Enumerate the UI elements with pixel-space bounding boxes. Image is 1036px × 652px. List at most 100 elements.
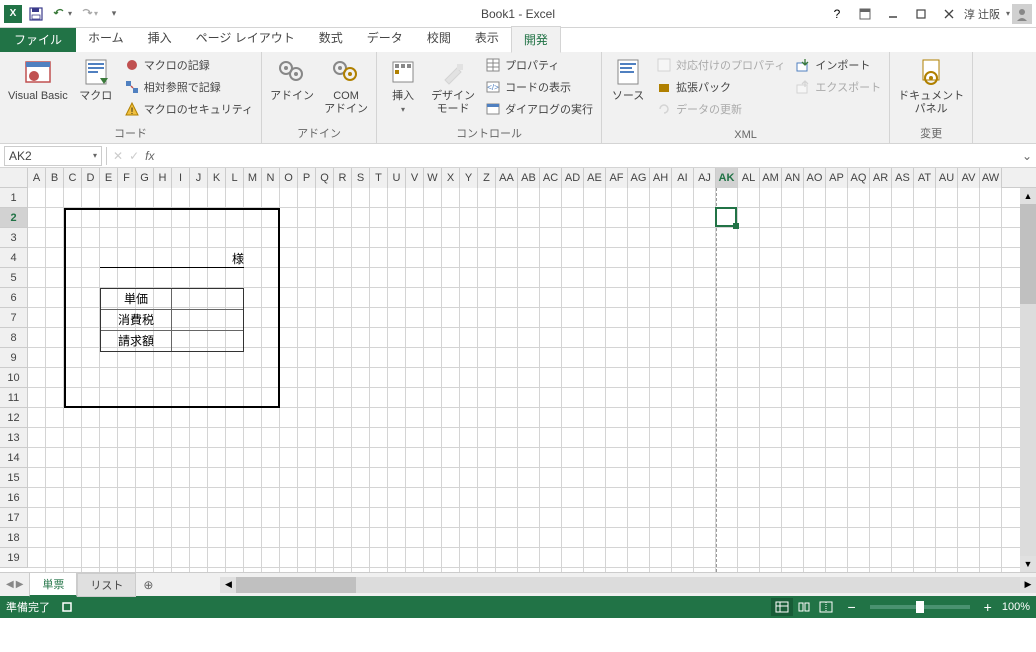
col-header-AT[interactable]: AT — [914, 168, 936, 188]
map-properties-button[interactable]: 対応付けのプロパティ — [652, 54, 789, 76]
row-header-18[interactable]: 18 — [0, 528, 28, 548]
row-header-4[interactable]: 4 — [0, 248, 28, 268]
col-header-O[interactable]: O — [280, 168, 298, 188]
col-header-AA[interactable]: AA — [496, 168, 518, 188]
tab-data[interactable]: データ — [355, 25, 415, 52]
col-header-AP[interactable]: AP — [826, 168, 848, 188]
col-header-E[interactable]: E — [100, 168, 118, 188]
col-header-AO[interactable]: AO — [804, 168, 826, 188]
name-box[interactable]: AK2 ▾ — [4, 146, 102, 166]
row-header-12[interactable]: 12 — [0, 408, 28, 428]
col-header-AM[interactable]: AM — [760, 168, 782, 188]
col-header-AH[interactable]: AH — [650, 168, 672, 188]
formula-expand-button[interactable]: ⌄ — [1018, 149, 1036, 163]
row-header-19[interactable]: 19 — [0, 548, 28, 568]
horizontal-scrollbar[interactable]: ◀ ▶ — [220, 577, 1036, 593]
col-header-AF[interactable]: AF — [606, 168, 628, 188]
col-header-AR[interactable]: AR — [870, 168, 892, 188]
fx-icon[interactable]: fx — [145, 149, 154, 163]
col-header-M[interactable]: M — [244, 168, 262, 188]
insert-control-button[interactable]: 挿入 ▾ — [381, 54, 425, 116]
document-panel-button[interactable]: ドキュメント パネル — [894, 54, 968, 118]
page-layout-view-button[interactable] — [793, 598, 815, 616]
tab-home[interactable]: ホーム — [76, 25, 136, 52]
row-header-9[interactable]: 9 — [0, 348, 28, 368]
scroll-up-button[interactable]: ▲ — [1020, 188, 1036, 204]
minimize-button[interactable] — [880, 4, 906, 24]
row-header-2[interactable]: 2 — [0, 208, 28, 228]
col-header-Y[interactable]: Y — [460, 168, 478, 188]
ribbon-display-options[interactable] — [852, 4, 878, 24]
help-button[interactable]: ? — [824, 4, 850, 24]
formula-input[interactable] — [160, 146, 1018, 166]
export-button[interactable]: エクスポート — [791, 76, 885, 98]
zoom-out-button[interactable]: − — [845, 599, 857, 615]
tab-pagelayout[interactable]: ページ レイアウト — [184, 25, 307, 52]
zoom-level[interactable]: 100% — [1002, 601, 1030, 613]
col-header-AU[interactable]: AU — [936, 168, 958, 188]
row-header-13[interactable]: 13 — [0, 428, 28, 448]
col-header-AC[interactable]: AC — [540, 168, 562, 188]
run-dialog-button[interactable]: ダイアログの実行 — [481, 98, 597, 120]
relative-references-button[interactable]: 相対参照で記録 — [120, 76, 257, 98]
col-header-T[interactable]: T — [370, 168, 388, 188]
select-all-corner[interactable] — [0, 168, 28, 188]
cells-area[interactable]: 様 単価 消費税 請求額 — [28, 188, 1036, 572]
source-button[interactable]: ソース — [606, 54, 650, 105]
col-header-AD[interactable]: AD — [562, 168, 584, 188]
row-header-6[interactable]: 6 — [0, 288, 28, 308]
col-header-B[interactable]: B — [46, 168, 64, 188]
row-header-8[interactable]: 8 — [0, 328, 28, 348]
addins-button[interactable]: アドイン — [266, 54, 318, 105]
col-header-C[interactable]: C — [64, 168, 82, 188]
col-header-R[interactable]: R — [334, 168, 352, 188]
close-button[interactable] — [936, 4, 962, 24]
redo-button[interactable]: ▾ — [76, 2, 100, 26]
row-header-16[interactable]: 16 — [0, 488, 28, 508]
col-header-P[interactable]: P — [298, 168, 316, 188]
scroll-down-button[interactable]: ▼ — [1020, 556, 1036, 572]
undo-button[interactable]: ▾ — [50, 2, 74, 26]
col-header-AG[interactable]: AG — [628, 168, 650, 188]
avatar[interactable] — [1012, 4, 1032, 24]
col-header-AS[interactable]: AS — [892, 168, 914, 188]
sheet-tab-list[interactable]: リスト — [77, 573, 136, 597]
view-code-button[interactable]: </>コードの表示 — [481, 76, 597, 98]
tab-developer[interactable]: 開発 — [511, 26, 561, 53]
row-header-1[interactable]: 1 — [0, 188, 28, 208]
add-sheet-button[interactable]: ⊕ — [136, 578, 160, 592]
zoom-in-button[interactable]: + — [982, 599, 994, 615]
col-header-AE[interactable]: AE — [584, 168, 606, 188]
col-header-Z[interactable]: Z — [478, 168, 496, 188]
maximize-button[interactable] — [908, 4, 934, 24]
col-header-I[interactable]: I — [172, 168, 190, 188]
col-header-J[interactable]: J — [190, 168, 208, 188]
page-break-view-button[interactable] — [815, 598, 837, 616]
col-header-N[interactable]: N — [262, 168, 280, 188]
macros-button[interactable]: マクロ — [74, 54, 118, 105]
tab-view[interactable]: 表示 — [463, 25, 511, 52]
save-button[interactable] — [24, 2, 48, 26]
qat-customize[interactable]: ▾ — [102, 2, 126, 26]
refresh-data-button[interactable]: データの更新 — [652, 98, 789, 120]
expansion-packs-button[interactable]: 拡張パック — [652, 76, 789, 98]
properties-button[interactable]: プロパティ — [481, 54, 597, 76]
col-header-AV[interactable]: AV — [958, 168, 980, 188]
zoom-slider[interactable] — [870, 605, 970, 609]
row-header-14[interactable]: 14 — [0, 448, 28, 468]
row-header-11[interactable]: 11 — [0, 388, 28, 408]
scroll-right-button[interactable]: ▶ — [1020, 577, 1036, 593]
col-header-F[interactable]: F — [118, 168, 136, 188]
tab-review[interactable]: 校閲 — [415, 25, 463, 52]
col-header-AI[interactable]: AI — [672, 168, 694, 188]
row-header-10[interactable]: 10 — [0, 368, 28, 388]
col-header-D[interactable]: D — [82, 168, 100, 188]
record-macro-button[interactable]: マクロの記録 — [120, 54, 257, 76]
com-addins-button[interactable]: COM アドイン — [320, 54, 372, 118]
row-header-17[interactable]: 17 — [0, 508, 28, 528]
row-header-15[interactable]: 15 — [0, 468, 28, 488]
macro-security-button[interactable]: !マクロのセキュリティ — [120, 98, 257, 120]
col-header-AL[interactable]: AL — [738, 168, 760, 188]
vertical-scrollbar[interactable]: ▲ ▼ — [1020, 188, 1036, 572]
col-header-G[interactable]: G — [136, 168, 154, 188]
